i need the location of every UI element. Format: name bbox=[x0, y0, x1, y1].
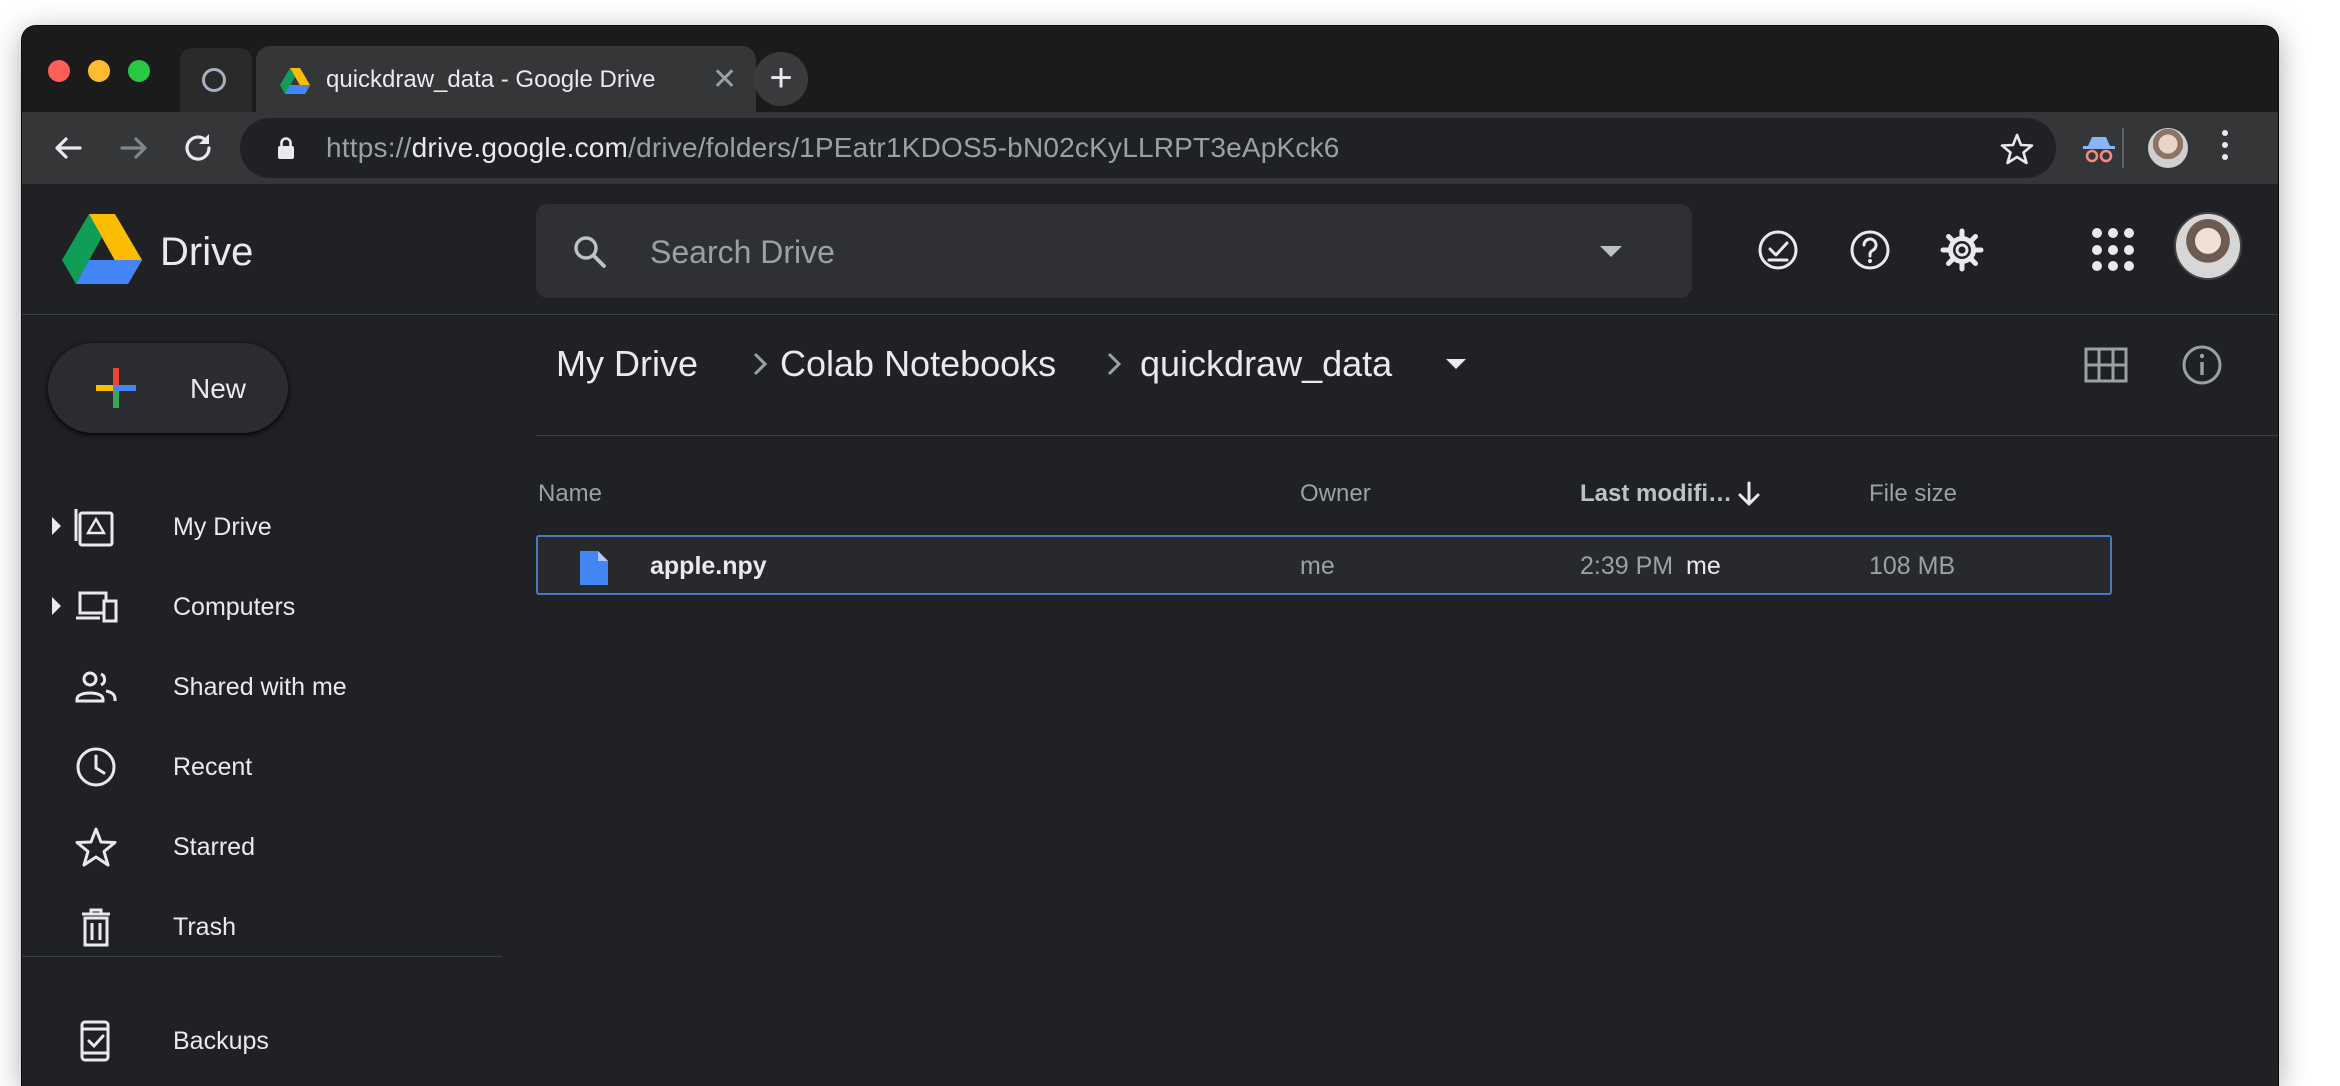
back-icon[interactable] bbox=[48, 128, 88, 168]
chevron-right-icon bbox=[753, 352, 768, 376]
breadcrumb-colab-notebooks[interactable]: Colab Notebooks bbox=[780, 343, 1056, 385]
folder-menu-icon[interactable] bbox=[1446, 359, 1466, 369]
zoom-window-button[interactable] bbox=[128, 60, 150, 82]
sidebar-item-label: Trash bbox=[173, 913, 236, 941]
tab-active[interactable]: quickdraw_data - Google Drive ✕ bbox=[256, 46, 756, 112]
grid-view-icon[interactable] bbox=[2084, 347, 2128, 383]
table-row[interactable]: apple.npy me 2:39 PM me 108 MB bbox=[536, 535, 2112, 595]
expand-arrow-icon[interactable] bbox=[52, 517, 61, 535]
tab-strip: quickdraw_data - Google Drive ✕ + bbox=[22, 26, 2278, 112]
minimize-window-button[interactable] bbox=[88, 60, 110, 82]
file-size: 108 MB bbox=[1869, 552, 1956, 580]
breadcrumb-my-drive[interactable]: My Drive bbox=[556, 343, 698, 385]
search-options-icon[interactable] bbox=[1600, 246, 1622, 257]
expand-arrow-icon[interactable] bbox=[52, 597, 61, 615]
browser-window: quickdraw_data - Google Drive ✕ + https:… bbox=[22, 26, 2278, 1086]
search-icon[interactable] bbox=[570, 232, 610, 272]
file-modified-time: 2:39 PM bbox=[1580, 552, 1674, 580]
sidebar-item-label: Computers bbox=[173, 593, 296, 621]
url-scheme: https:// bbox=[326, 132, 412, 163]
sidebar-item-label: My Drive bbox=[173, 513, 272, 541]
breadcrumb: My Drive Colab Notebooks quickdraw_data bbox=[536, 315, 2278, 435]
column-header-file-size[interactable]: File size bbox=[1869, 480, 1957, 508]
sidebar-item-label: Recent bbox=[173, 753, 253, 781]
file-name[interactable]: apple.npy bbox=[650, 552, 767, 581]
sidebar-item-starred[interactable]: Starred bbox=[22, 811, 512, 881]
sidebar-item-trash[interactable]: Trash bbox=[22, 891, 512, 961]
google-apps-icon[interactable] bbox=[2092, 228, 2136, 272]
sidebar-item-computers[interactable]: Computers bbox=[22, 571, 512, 641]
search-bar[interactable]: Search Drive bbox=[536, 204, 1692, 298]
info-icon[interactable] bbox=[2180, 343, 2224, 387]
drive-header: Drive Search Drive bbox=[22, 184, 2278, 315]
forward-icon[interactable] bbox=[114, 128, 154, 168]
chevron-right-icon bbox=[1107, 352, 1122, 376]
url-text: https://drive.google.com/drive/folders/1… bbox=[326, 132, 1340, 164]
loading-icon bbox=[202, 68, 226, 92]
profile-avatar[interactable] bbox=[2148, 128, 2188, 168]
star-icon bbox=[75, 827, 117, 867]
incognito-extension-icon[interactable] bbox=[2080, 134, 2118, 164]
sidebar-item-label: Shared with me bbox=[173, 673, 347, 701]
address-bar[interactable]: https://drive.google.com/drive/folders/1… bbox=[240, 118, 2056, 178]
tab-loading[interactable] bbox=[180, 48, 252, 112]
browser-toolbar: https://drive.google.com/drive/folders/1… bbox=[22, 112, 2278, 184]
url-path: /drive/folders/1PEatr1KDOS5-bN02cKyLLRPT… bbox=[628, 132, 1340, 163]
new-button[interactable]: New bbox=[48, 343, 288, 433]
sort-descending-icon[interactable] bbox=[1734, 479, 1764, 509]
plus-icon bbox=[96, 368, 136, 408]
header-divider bbox=[536, 435, 2278, 436]
lock-icon bbox=[278, 137, 294, 159]
help-icon[interactable] bbox=[1848, 228, 1892, 272]
tab-title: quickdraw_data - Google Drive bbox=[326, 66, 656, 93]
backups-icon bbox=[80, 1020, 110, 1062]
column-header-owner[interactable]: Owner bbox=[1300, 480, 1371, 508]
clock-icon bbox=[76, 747, 116, 787]
file-modified-by: me bbox=[1686, 552, 1721, 580]
sidebar-item-label: Starred bbox=[173, 833, 255, 861]
settings-gear-icon[interactable] bbox=[1940, 228, 1984, 272]
my-drive-icon bbox=[74, 509, 114, 547]
column-header-last-modified[interactable]: Last modifi… bbox=[1580, 480, 1732, 508]
drive-favicon-icon bbox=[280, 68, 310, 94]
app-name[interactable]: Drive bbox=[160, 230, 253, 275]
url-host: drive.google.com bbox=[411, 132, 629, 163]
toolbar-divider bbox=[2122, 128, 2124, 168]
bookmark-star-icon[interactable] bbox=[2000, 132, 2034, 166]
computers-icon bbox=[76, 591, 118, 623]
new-button-label: New bbox=[190, 373, 247, 404]
new-tab-button[interactable]: + bbox=[754, 52, 808, 106]
breadcrumb-current-folder[interactable]: quickdraw_data bbox=[1140, 343, 1392, 385]
people-icon bbox=[75, 671, 117, 703]
sidebar-item-label: Backups bbox=[173, 1027, 269, 1055]
close-window-button[interactable] bbox=[48, 60, 70, 82]
offline-ready-icon[interactable] bbox=[1756, 228, 1800, 272]
sidebar-item-shared-with-me[interactable]: Shared with me bbox=[22, 651, 512, 721]
sidebar-item-my-drive[interactable]: My Drive bbox=[22, 491, 512, 561]
browser-menu-icon[interactable] bbox=[2222, 130, 2232, 168]
sidebar: New My Drive Computers Shared with me Re… bbox=[22, 315, 512, 1086]
file-owner: me bbox=[1300, 552, 1335, 580]
sidebar-divider bbox=[22, 956, 502, 957]
close-tab-icon[interactable]: ✕ bbox=[712, 62, 737, 97]
file-icon bbox=[580, 551, 608, 585]
sidebar-item-backups[interactable]: Backups bbox=[22, 1005, 512, 1075]
account-avatar[interactable] bbox=[2174, 212, 2242, 280]
drive-logo-icon[interactable] bbox=[62, 214, 142, 284]
main-content: My Drive Colab Notebooks quickdraw_data … bbox=[536, 315, 2278, 1086]
column-header-name[interactable]: Name bbox=[538, 480, 602, 508]
search-input[interactable]: Search Drive bbox=[650, 234, 835, 271]
sidebar-item-recent[interactable]: Recent bbox=[22, 731, 512, 801]
trash-icon bbox=[82, 908, 110, 947]
reload-icon[interactable] bbox=[178, 128, 218, 168]
